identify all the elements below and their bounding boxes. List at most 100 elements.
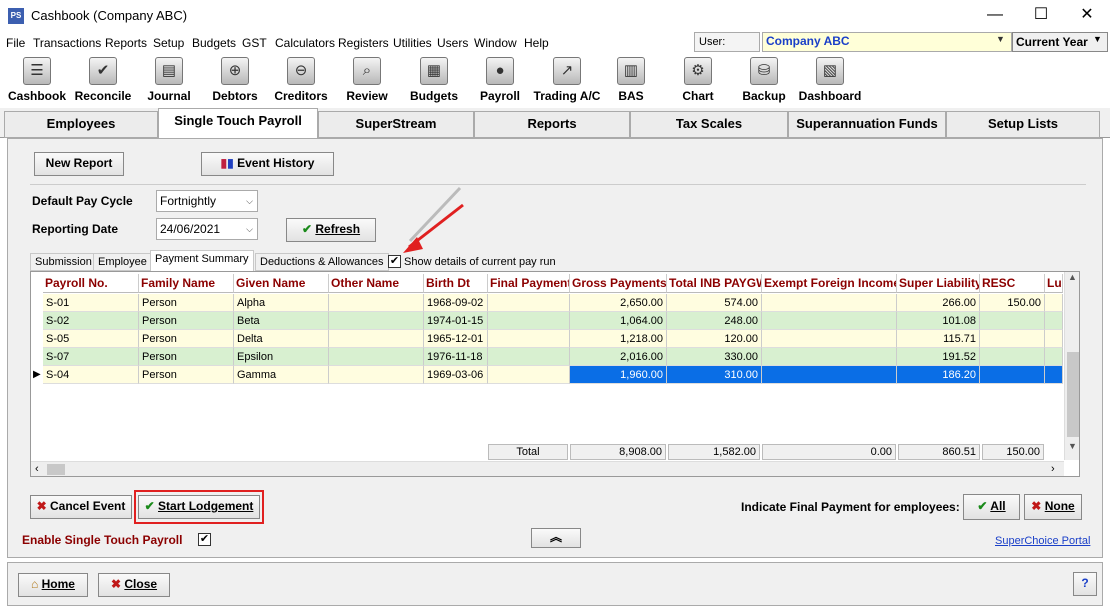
table-cell[interactable]: 101.08 xyxy=(897,312,980,330)
column-header-exempt-foreign-income[interactable]: Exempt Foreign Income xyxy=(762,274,897,293)
column-header-family-name[interactable]: Family Name xyxy=(139,274,234,293)
toolbar-debtors-button[interactable]: ⊕ Debtors xyxy=(206,54,264,103)
table-cell[interactable] xyxy=(488,294,570,312)
table-cell[interactable]: 2,650.00 xyxy=(570,294,667,312)
table-cell[interactable] xyxy=(488,366,570,384)
toolbar-payroll-button[interactable]: ● Payroll xyxy=(474,54,526,103)
company-select[interactable]: Company ABC xyxy=(762,32,1012,52)
column-header-payroll-no[interactable]: Payroll No. xyxy=(43,274,139,293)
enable-stp-checkbox[interactable]: ✔ xyxy=(198,533,211,546)
table-cell[interactable]: Person xyxy=(139,348,234,366)
column-header-total-inb-paygw[interactable]: Total INB PAYGW xyxy=(667,274,762,293)
menu-reports[interactable]: Reports xyxy=(105,36,147,50)
pay-cycle-select[interactable]: Fortnightly ⌵ xyxy=(156,190,258,212)
table-cell[interactable]: Person xyxy=(139,366,234,384)
table-cell[interactable]: S-01 xyxy=(43,294,139,312)
subtab-deductions-allowances[interactable]: Deductions & Allowances xyxy=(255,253,389,271)
toolbar-journal-button[interactable]: ▤ Journal xyxy=(140,54,198,103)
table-cell[interactable]: S-05 xyxy=(43,330,139,348)
table-cell[interactable] xyxy=(1045,366,1063,384)
refresh-button[interactable]: ✔ Refresh xyxy=(286,218,376,242)
toolbar-trading-button[interactable]: ↗ Trading A/C xyxy=(532,54,602,103)
table-cell[interactable] xyxy=(762,348,897,366)
table-cell[interactable] xyxy=(1045,330,1063,348)
column-header-gross-payments[interactable]: Gross Payments xyxy=(570,274,667,293)
menu-file[interactable]: File xyxy=(6,36,25,50)
toolbar-cashbook-button[interactable]: ☰ Cashbook xyxy=(4,54,70,103)
column-header-lu[interactable]: Lu xyxy=(1045,274,1063,293)
table-cell[interactable] xyxy=(980,366,1045,384)
table-cell[interactable]: Gamma xyxy=(234,366,329,384)
table-cell[interactable]: Epsilon xyxy=(234,348,329,366)
table-cell[interactable]: 115.71 xyxy=(897,330,980,348)
vertical-scrollbar[interactable]: ▲ ▼ xyxy=(1064,272,1079,460)
table-cell[interactable]: 1,218.00 xyxy=(570,330,667,348)
toolbar-review-button[interactable]: ⌕ Review xyxy=(340,54,394,103)
table-cell[interactable]: 1974-01-15 xyxy=(424,312,488,330)
scroll-left-icon[interactable]: ‹ xyxy=(35,463,39,475)
column-header-other-name[interactable]: Other Name xyxy=(329,274,424,293)
menu-users[interactable]: Users xyxy=(437,36,468,50)
table-cell[interactable]: 150.00 xyxy=(980,294,1045,312)
table-cell[interactable] xyxy=(980,348,1045,366)
table-cell[interactable]: 1965-12-01 xyxy=(424,330,488,348)
chevron-down-icon[interactable]: ▼ xyxy=(996,34,1005,44)
maximize-button[interactable]: ☐ xyxy=(1018,0,1064,30)
table-cell[interactable]: 310.00 xyxy=(667,366,762,384)
table-cell[interactable] xyxy=(329,294,424,312)
table-cell[interactable] xyxy=(762,366,897,384)
toolbar-budgets-button[interactable]: ▦ Budgets xyxy=(404,54,464,103)
table-cell[interactable] xyxy=(762,312,897,330)
menu-registers[interactable]: Registers xyxy=(338,36,389,50)
toolbar-creditors-button[interactable]: ⊖ Creditors xyxy=(270,54,332,103)
start-lodgement-button[interactable]: ✔ Start Lodgement xyxy=(138,495,260,519)
subtab-employee[interactable]: Employee xyxy=(93,253,152,271)
event-history-button[interactable]: ▮▮ Event History xyxy=(201,152,334,176)
toolbar-backup-button[interactable]: ⛁ Backup xyxy=(738,54,790,103)
new-report-button[interactable]: New Report xyxy=(34,152,124,176)
menu-help[interactable]: Help xyxy=(524,36,549,50)
table-cell[interactable] xyxy=(762,330,897,348)
tab-superstream[interactable]: SuperStream xyxy=(318,111,474,138)
close-window-button[interactable]: ✕ xyxy=(1064,0,1110,30)
column-header-given-name[interactable]: Given Name xyxy=(234,274,329,293)
table-cell[interactable]: 266.00 xyxy=(897,294,980,312)
help-button[interactable]: ? xyxy=(1073,572,1097,596)
column-header-super-liability[interactable]: Super Liability xyxy=(897,274,980,293)
table-cell[interactable]: S-04 xyxy=(43,366,139,384)
table-cell[interactable]: Person xyxy=(139,330,234,348)
menu-budgets[interactable]: Budgets xyxy=(192,36,236,50)
menu-utilities[interactable]: Utilities xyxy=(393,36,432,50)
scrollbar-thumb[interactable] xyxy=(1066,352,1079,437)
table-cell[interactable] xyxy=(329,312,424,330)
table-cell[interactable]: S-07 xyxy=(43,348,139,366)
tab-setup-lists[interactable]: Setup Lists xyxy=(946,111,1100,138)
table-cell[interactable]: 191.52 xyxy=(897,348,980,366)
scroll-up-icon[interactable]: ▲ xyxy=(1065,272,1079,282)
menu-transactions[interactable]: Transactions xyxy=(33,36,101,50)
tab-single-touch-payroll[interactable]: Single Touch Payroll xyxy=(158,108,318,139)
table-cell[interactable]: 1968-09-02 xyxy=(424,294,488,312)
table-cell[interactable]: Delta xyxy=(234,330,329,348)
table-cell[interactable] xyxy=(329,348,424,366)
toolbar-dashboard-button[interactable]: ▧ Dashboard xyxy=(798,54,862,103)
tab-employees[interactable]: Employees xyxy=(4,111,158,138)
table-cell[interactable] xyxy=(1045,348,1063,366)
collapse-button[interactable]: ︽ xyxy=(531,528,581,548)
table-cell[interactable] xyxy=(980,312,1045,330)
chevron-down-icon[interactable]: ▼ xyxy=(1093,34,1102,44)
menu-calculators[interactable]: Calculators xyxy=(275,36,335,50)
reporting-date-picker[interactable]: 24/06/2021 ⌵ xyxy=(156,218,258,240)
table-cell[interactable] xyxy=(488,330,570,348)
table-cell[interactable] xyxy=(488,312,570,330)
menu-gst[interactable]: GST xyxy=(242,36,267,50)
table-cell[interactable]: 1,960.00 xyxy=(570,366,667,384)
table-cell[interactable]: 1976-11-18 xyxy=(424,348,488,366)
table-cell[interactable]: 1,064.00 xyxy=(570,312,667,330)
column-header-resc[interactable]: RESC xyxy=(980,274,1045,293)
scroll-down-icon[interactable]: ▼ xyxy=(1065,441,1079,451)
table-cell[interactable]: S-02 xyxy=(43,312,139,330)
all-button[interactable]: ✔ All xyxy=(963,494,1020,520)
toolbar-reconcile-button[interactable]: ✔ Reconcile xyxy=(72,54,134,103)
table-cell[interactable]: 330.00 xyxy=(667,348,762,366)
